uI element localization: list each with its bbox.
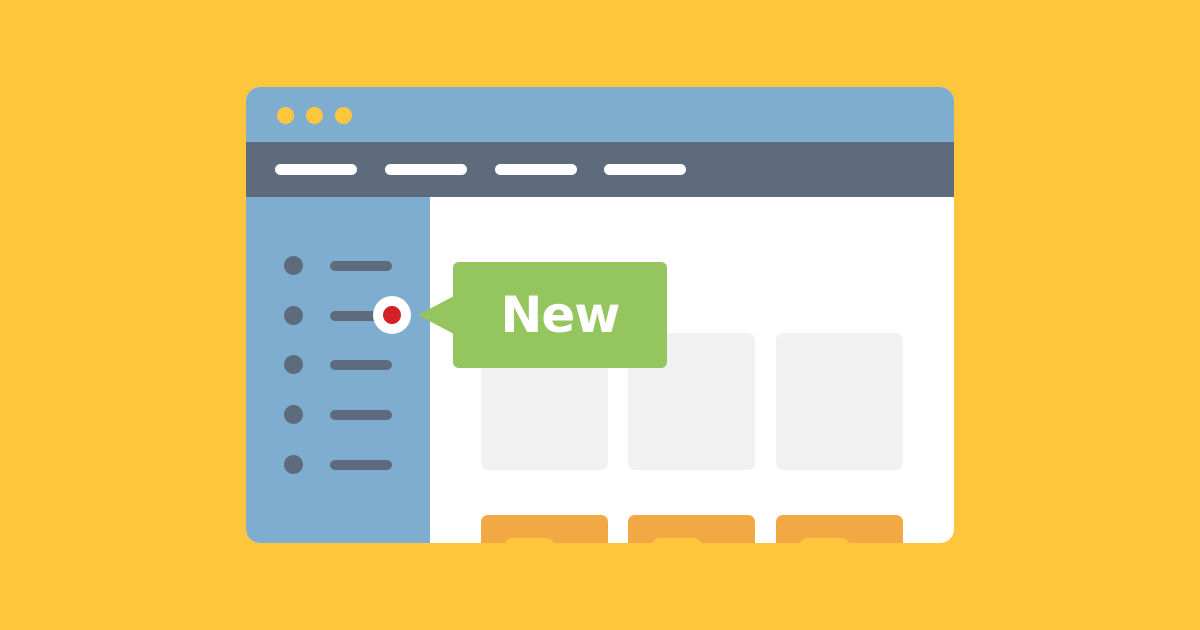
callout-label: New xyxy=(500,286,621,344)
nav-item-placeholder[interactable] xyxy=(604,164,686,175)
sidebar-item[interactable] xyxy=(246,455,430,475)
nav-item-placeholder[interactable] xyxy=(495,164,577,175)
sidebar-item[interactable] xyxy=(246,405,430,425)
sidebar-item[interactable] xyxy=(246,256,430,276)
window-control-dot-icon[interactable] xyxy=(306,107,323,124)
nav-bar xyxy=(246,142,954,197)
button-label-placeholder xyxy=(504,538,555,543)
window-control-dot-icon[interactable] xyxy=(335,107,352,124)
sidebar xyxy=(246,197,430,543)
bullet-icon xyxy=(284,256,303,275)
callout-arrow-icon xyxy=(418,296,454,334)
title-bar xyxy=(246,87,954,142)
red-dot-icon xyxy=(383,306,401,324)
action-button[interactable] xyxy=(776,515,903,543)
window-control-dot-icon[interactable] xyxy=(277,107,294,124)
action-button[interactable] xyxy=(481,515,608,543)
sidebar-item-label-placeholder xyxy=(330,460,392,470)
notification-dot-icon xyxy=(373,296,411,334)
button-label-placeholder xyxy=(651,538,702,543)
button-label-placeholder xyxy=(799,538,850,543)
bullet-icon xyxy=(284,306,303,325)
sidebar-item-label-placeholder xyxy=(330,410,392,420)
nav-item-placeholder[interactable] xyxy=(275,164,357,175)
content-card[interactable] xyxy=(776,333,903,470)
sidebar-item[interactable] xyxy=(246,355,430,375)
bullet-icon xyxy=(284,355,303,374)
bullet-icon xyxy=(284,405,303,424)
new-callout: New xyxy=(418,262,667,368)
sidebar-item-label-placeholder xyxy=(330,360,392,370)
nav-item-placeholder[interactable] xyxy=(385,164,467,175)
content-area xyxy=(430,197,954,543)
sidebar-item-label-placeholder xyxy=(330,261,392,271)
action-button[interactable] xyxy=(628,515,755,543)
bullet-icon xyxy=(284,455,303,474)
